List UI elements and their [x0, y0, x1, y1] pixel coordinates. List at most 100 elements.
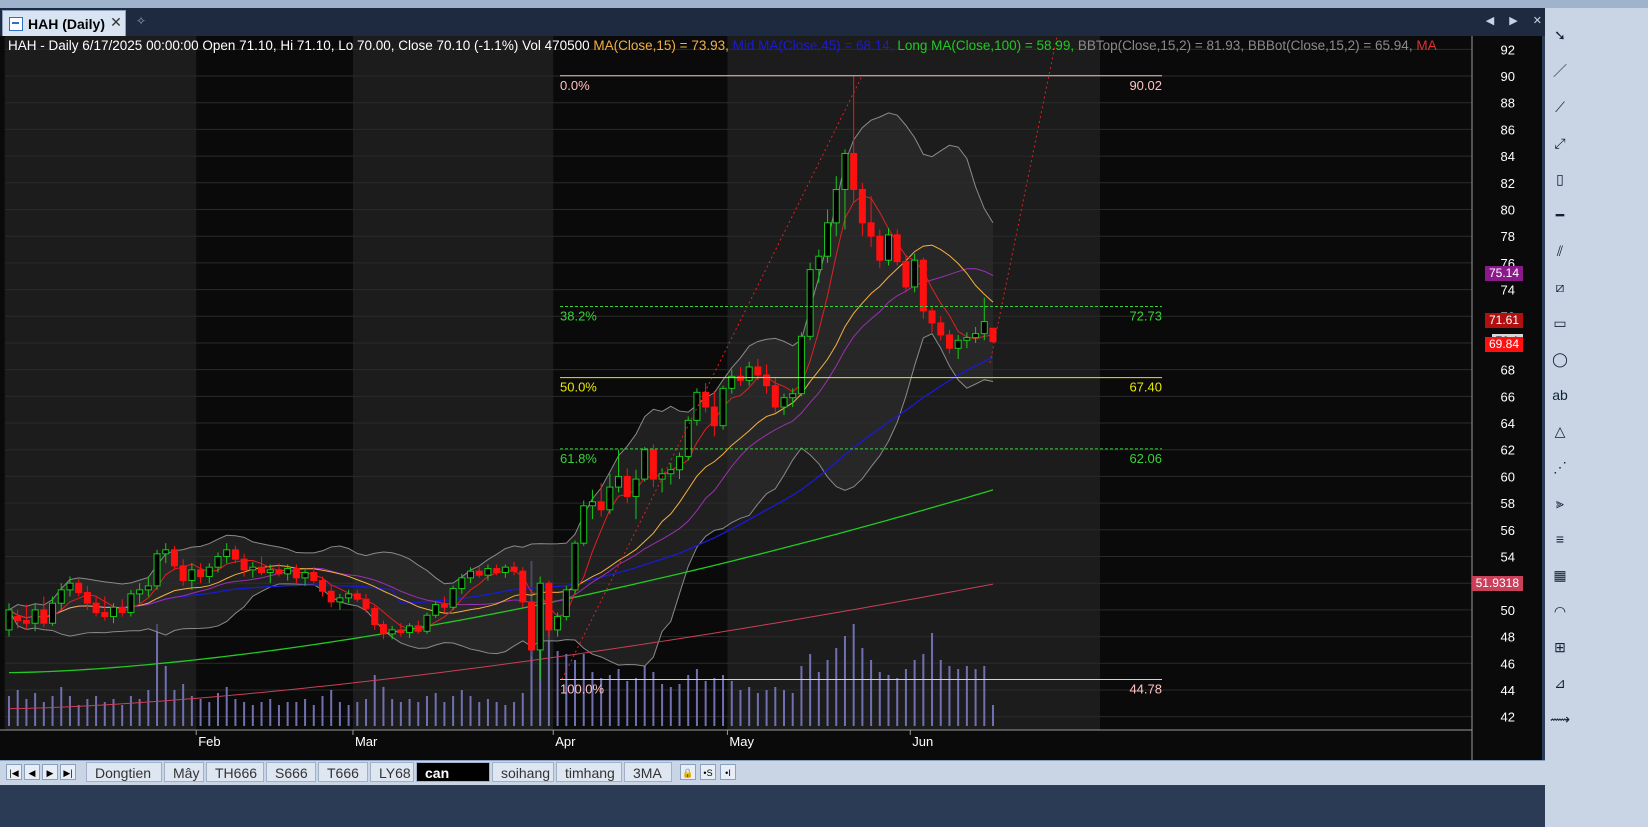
sheet-tab[interactable]: Mây — [164, 762, 204, 782]
volume-bar — [34, 693, 37, 726]
volume-bar — [225, 687, 228, 726]
window-nav-arrows[interactable]: ◀ ▶ ✕ — [1486, 14, 1548, 27]
y-axis-tick-label: 66 — [1501, 389, 1515, 404]
candle-body — [928, 310, 936, 324]
candle-body — [371, 608, 379, 626]
text-tool-icon[interactable]: ab — [1549, 384, 1571, 406]
candle-body — [649, 449, 657, 480]
sheet-tab[interactable]: S666 — [266, 762, 316, 782]
fib-fan-icon[interactable]: ⋰ — [1549, 456, 1571, 478]
close-tab-icon[interactable]: ✕ — [108, 14, 124, 30]
price-axis-tag: 71.61 — [1484, 313, 1523, 329]
volume-bar — [478, 702, 481, 726]
andrews-pitchfork-icon[interactable]: ⟿ — [1549, 708, 1571, 730]
last-sheet-button[interactable]: ▶| — [60, 764, 76, 780]
volume-bar — [112, 699, 115, 726]
gann-fan-icon[interactable]: ⫸ — [1549, 492, 1571, 514]
candle-body — [292, 568, 300, 579]
first-sheet-button[interactable]: |◀ — [6, 764, 22, 780]
sheet-tab[interactable]: timhang — [556, 762, 622, 782]
volume-bar — [521, 693, 524, 726]
bars-icon[interactable]: ▦ — [1549, 564, 1571, 586]
ray-tool-icon[interactable]: ⤢ — [1549, 132, 1571, 154]
sync-symbol-icon[interactable]: •S — [700, 764, 716, 780]
candle-body — [571, 542, 579, 591]
pointer-icon[interactable]: ➘ — [1549, 24, 1571, 46]
volume-bar — [260, 702, 263, 726]
candle-body — [223, 549, 231, 557]
candle-body — [623, 475, 631, 497]
lock-sheet-icon[interactable]: 🔒 — [680, 764, 696, 780]
volume-bar — [495, 702, 498, 726]
candle-body — [893, 234, 901, 263]
volume-bar — [295, 702, 298, 726]
candle-body — [850, 152, 858, 190]
candle-body — [484, 568, 492, 576]
parallel-lines-icon[interactable]: ⫽ — [1549, 240, 1571, 262]
volume-bar — [817, 672, 820, 726]
candle-body — [336, 597, 344, 603]
price-chart[interactable]: 4244464850525456586062646668707274767880… — [0, 36, 1542, 760]
sync-interval-icon[interactable]: •I — [720, 764, 736, 780]
volume-bar — [783, 690, 786, 726]
horizontal-line-icon[interactable]: ━ — [1549, 204, 1571, 226]
candle-body — [66, 582, 74, 591]
x-axis-month-label: Jun — [912, 734, 933, 749]
polyline-tool-icon[interactable]: ⟋ — [1549, 96, 1571, 118]
volume-bar — [748, 687, 751, 726]
candle-body — [710, 406, 718, 427]
sheet-tab[interactable]: TH666 — [206, 762, 264, 782]
volume-bar — [16, 690, 19, 726]
y-axis-tick-label: 68 — [1501, 363, 1515, 378]
candle-body — [240, 558, 248, 571]
sheet-tab[interactable]: Dongtien — [86, 762, 162, 782]
list-icon[interactable]: ≡ — [1549, 528, 1571, 550]
sheet-tab[interactable]: T666 — [318, 762, 368, 782]
volume-bar — [399, 702, 402, 726]
volume-bar — [121, 705, 124, 726]
triangle-icon[interactable]: △ — [1549, 420, 1571, 442]
volume-bar — [722, 675, 725, 726]
volume-bar — [739, 690, 742, 726]
chart-window-icon — [9, 16, 23, 31]
line-tool-icon[interactable]: ／ — [1549, 60, 1571, 82]
prev-sheet-button[interactable]: ◀ — [24, 764, 40, 780]
candle-body — [527, 601, 535, 651]
price-chart-pane[interactable]: 4244464850525456586062646668707274767880… — [0, 36, 1542, 760]
volume-bar — [147, 690, 150, 726]
volume-bar — [425, 696, 428, 726]
y-axis-tick-label: 82 — [1501, 176, 1515, 191]
y-axis-tick-label: 58 — [1501, 496, 1515, 511]
candle-body — [197, 569, 205, 578]
candle-body — [144, 585, 152, 591]
ma45-readout: Mid MA(Close,45) = 68.14, — [732, 38, 894, 53]
channel-icon[interactable]: ⧄ — [1549, 276, 1571, 298]
sheet-tab[interactable]: soihang — [492, 762, 554, 782]
volume-bar — [826, 660, 829, 726]
rectangle-icon[interactable]: ▭ — [1549, 312, 1571, 334]
volume-bar — [8, 696, 10, 726]
ellipse-icon[interactable]: ◯ — [1549, 348, 1571, 370]
pin-icon[interactable]: ✧ — [136, 14, 146, 28]
sheet-tab[interactable]: 3MA — [624, 762, 672, 782]
sheet-tab[interactable]: LY68 — [370, 762, 414, 782]
candle-body — [510, 566, 518, 572]
fib-retracement-icon[interactable]: ⊿ — [1549, 672, 1571, 694]
candle-body — [632, 478, 640, 497]
volume-bar — [251, 705, 254, 726]
candle-body — [980, 321, 988, 335]
next-sheet-button[interactable]: ▶ — [42, 764, 58, 780]
volume-bar — [948, 666, 951, 726]
candle-body — [763, 374, 771, 387]
volume-bar — [277, 705, 280, 726]
arc-icon[interactable]: ◠ — [1549, 600, 1571, 622]
grid-icon[interactable]: ⊞ — [1549, 636, 1571, 658]
candle-body — [49, 602, 57, 624]
y-axis-tick-label: 44 — [1501, 683, 1515, 698]
candle-body — [249, 566, 257, 571]
candle-body — [736, 375, 744, 381]
volume-bar — [356, 702, 359, 726]
volume-bar — [957, 669, 960, 726]
sheet-tab[interactable]: can cheo — [416, 762, 490, 801]
vertical-line-icon[interactable]: ▯ — [1549, 168, 1571, 190]
